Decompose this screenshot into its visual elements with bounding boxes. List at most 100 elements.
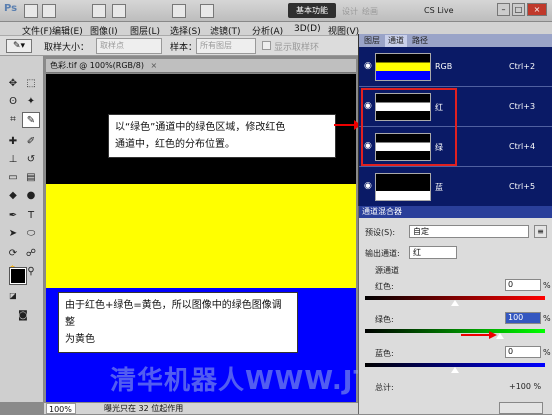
arrange-documents-icon[interactable] [172,4,186,18]
red-label: 红色: [375,282,394,291]
cs-live-button[interactable]: CS Live [424,6,454,15]
channel-row-rgb[interactable]: ◉ RGB Ctrl+2 [359,47,552,87]
tab-channels[interactable]: 通道 [385,35,407,47]
dodge-tool-icon[interactable]: ● [22,188,40,204]
default-colors-icon[interactable]: ◪ [4,288,22,304]
marquee-tool-icon[interactable]: ⬚ [22,76,40,92]
sample-select[interactable]: 所有图层 [196,38,256,54]
lasso-tool-icon[interactable]: ʘ [4,94,22,110]
screen-mode-icon[interactable] [200,4,214,18]
background-color-swatch[interactable] [18,330,34,346]
tab-layers[interactable]: 图层 [361,35,383,47]
crop-tool-icon[interactable]: ⌗ [4,112,22,128]
show-sampling-ring-label: 显示取样环 [274,43,320,53]
preset-select[interactable]: 自定 [409,225,529,238]
path-selection-tool-icon[interactable]: ➤ [4,226,22,242]
channel-mixer-dialog: 通道混合器 预设(S): 自定 ≡ 输出通道: 红 源通道 红色: 0 % 绿色… [358,206,552,414]
brush-tool-icon[interactable]: ✐ [22,134,40,150]
healing-brush-tool-icon[interactable]: ✚ [4,134,22,150]
output-channel-select[interactable]: 红 [409,246,457,259]
pen-tool-icon[interactable]: ✒ [4,208,22,224]
shape-tool-icon[interactable]: ⬭ [22,226,40,242]
sample-label: 样本： [170,43,198,53]
blue-pct: % [543,348,551,357]
callout-top-line2: 通道中，红色的分布位置。 [115,139,235,150]
restore-button[interactable]: □ [512,3,525,16]
history-brush-tool-icon[interactable]: ↺ [22,152,40,168]
tab-paths[interactable]: 路径 [409,35,431,47]
visibility-eye-icon[interactable]: ◉ [364,181,372,191]
callout-top: 以“绿色”通道中的绿色区域，修改红色 通道中，红色的分布位置。 [108,114,336,158]
channel-row-blue[interactable]: ◉ 蓝 Ctrl+5 [359,167,552,207]
source-channels-label: 源通道 [375,266,399,275]
zoom-level-icon[interactable] [92,4,106,18]
panel-tabs: 图层 通道 路径 [359,34,552,47]
visibility-eye-icon[interactable]: ◉ [364,61,372,71]
callout-bottom-line1: 由于红色+绿色=黄色，所以图像中的绿色图像调整 [65,300,282,328]
channel-name: RGB [435,62,453,71]
eyedropper-tool-preset-icon[interactable]: ✎▾ [6,39,32,53]
total-value: +100 % [509,382,542,391]
preset-menu-icon[interactable]: ≡ [534,225,547,238]
green-label: 绿色: [375,315,394,324]
hand-view-icon[interactable] [112,4,126,18]
channel-shortcut: Ctrl+2 [509,62,536,71]
gradient-tool-icon[interactable]: ▤ [22,170,40,186]
sample-size-label: 取样大小： [44,43,90,53]
clone-stamp-tool-icon[interactable]: ⊥ [4,152,22,168]
channel-thumbnail [375,173,431,201]
eyedropper-tool-icon[interactable]: ✎ [22,112,40,128]
document-canvas[interactable]: 以“绿色”通道中的绿色区域，修改红色 通道中，红色的分布位置。 由于红色+绿色=… [46,74,356,402]
constant-field[interactable] [499,402,543,414]
mini-bridge-icon[interactable] [42,4,56,18]
show-sampling-ring-checkbox[interactable] [262,41,271,50]
callout-top-line1: 以“绿色”通道中的绿色区域，修改红色 [115,122,286,133]
document-tab[interactable]: 色彩.tif @ 100%(RGB/8) × [46,59,356,73]
channel-shortcut: Ctrl+4 [509,142,536,151]
callout-bottom: 由于红色+绿色=黄色，所以图像中的绿色图像调整 为黄色 [58,292,298,353]
bridge-icon[interactable] [24,4,38,18]
workspace-painting[interactable]: 绘画 [362,6,378,17]
blue-value-input[interactable]: 0 [505,346,541,358]
minimize-button[interactable]: – [497,3,510,16]
workspace-switcher[interactable]: 基本功能 [288,3,336,18]
close-button[interactable]: × [527,3,547,16]
green-slider-arrow [461,331,497,339]
channel-name: 蓝 [435,183,443,192]
eraser-tool-icon[interactable]: ▭ [4,170,22,186]
green-slider-track[interactable] [365,329,545,333]
blur-tool-icon[interactable]: ◆ [4,188,22,204]
menu-3d[interactable]: 3D(D) [294,24,321,34]
close-document-icon[interactable]: × [151,61,158,70]
red-pct: % [543,281,551,290]
status-info: 曝光只在 32 位起作用 [104,404,184,413]
channel-shortcut: Ctrl+3 [509,102,536,111]
yellow-band [46,184,356,288]
quick-mask-icon[interactable]: ◙ [14,308,32,324]
3d-orbit-tool-icon[interactable]: ☍ [22,246,40,262]
tools-panel: ✥ ⬚ ʘ ✦ ⌗ ✎ ✚ ✐ ⊥ ↺ ▭ ▤ ◆ ● ✒ T ➤ ⬭ ⟳ ☍ … [0,56,44,402]
photoshop-logo: Ps [4,3,18,14]
document-title: 色彩.tif @ 100%(RGB/8) [50,61,144,70]
total-label: 总计: [375,383,394,392]
green-value-input[interactable]: 100 [505,312,541,324]
quick-select-tool-icon[interactable]: ✦ [22,94,40,110]
workspace-design[interactable]: 设计 [342,6,358,17]
foreground-color-swatch[interactable] [9,267,27,285]
3d-rotate-tool-icon[interactable]: ⟳ [4,246,22,262]
move-tool-icon[interactable]: ✥ [4,76,22,92]
menu-bar: Ps 基本功能 设计 绘画 CS Live – □ × [0,0,552,22]
channel-shortcut: Ctrl+5 [509,182,536,191]
callout-bottom-line2: 为黄色 [65,334,95,345]
type-tool-icon[interactable]: T [22,208,40,224]
red-slider-knob[interactable] [451,300,459,306]
red-value-input[interactable]: 0 [505,279,541,291]
channels-panel: 图层 通道 路径 ◉ RGB Ctrl+2 ◉ 红 Ctrl+3 ◉ 绿 Ctr… [358,34,552,207]
output-channel-label: 输出通道: [365,249,400,258]
blue-slider-knob[interactable] [451,367,459,373]
sample-size-select[interactable]: 取样点 [96,38,162,54]
mixer-title: 通道混合器 [359,206,552,218]
green-pct: % [543,314,551,323]
highlight-frame [361,88,457,166]
zoom-field[interactable]: 100% [46,403,76,414]
